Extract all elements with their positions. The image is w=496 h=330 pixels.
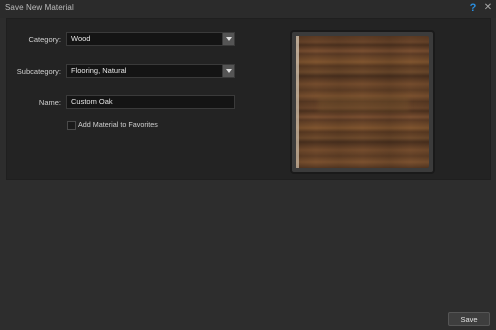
help-icon[interactable]: ? (467, 2, 479, 14)
chevron-down-icon[interactable] (222, 33, 234, 45)
subcategory-value: Flooring, Natural (71, 66, 127, 75)
category-label: Category: (28, 35, 61, 44)
material-preview (290, 30, 435, 174)
name-value: Custom Oak (71, 97, 113, 106)
favorites-label[interactable]: Add Material to Favorites (78, 120, 158, 129)
category-value: Wood (71, 34, 91, 43)
name-input[interactable]: Custom Oak (66, 95, 235, 109)
title-bar: Save New Material ? ✕ (0, 0, 496, 18)
name-label: Name: (38, 98, 61, 107)
wood-texture-image (296, 36, 429, 168)
chevron-down-icon[interactable] (222, 65, 234, 77)
category-dropdown[interactable]: Wood (66, 32, 235, 46)
subcategory-dropdown[interactable]: Flooring, Natural (66, 64, 235, 78)
subcategory-label: Subcategory: (16, 67, 61, 76)
close-icon[interactable]: ✕ (482, 2, 494, 14)
window-title: Save New Material (5, 3, 74, 12)
save-button[interactable]: Save (448, 312, 490, 326)
favorites-checkbox[interactable] (67, 121, 76, 130)
